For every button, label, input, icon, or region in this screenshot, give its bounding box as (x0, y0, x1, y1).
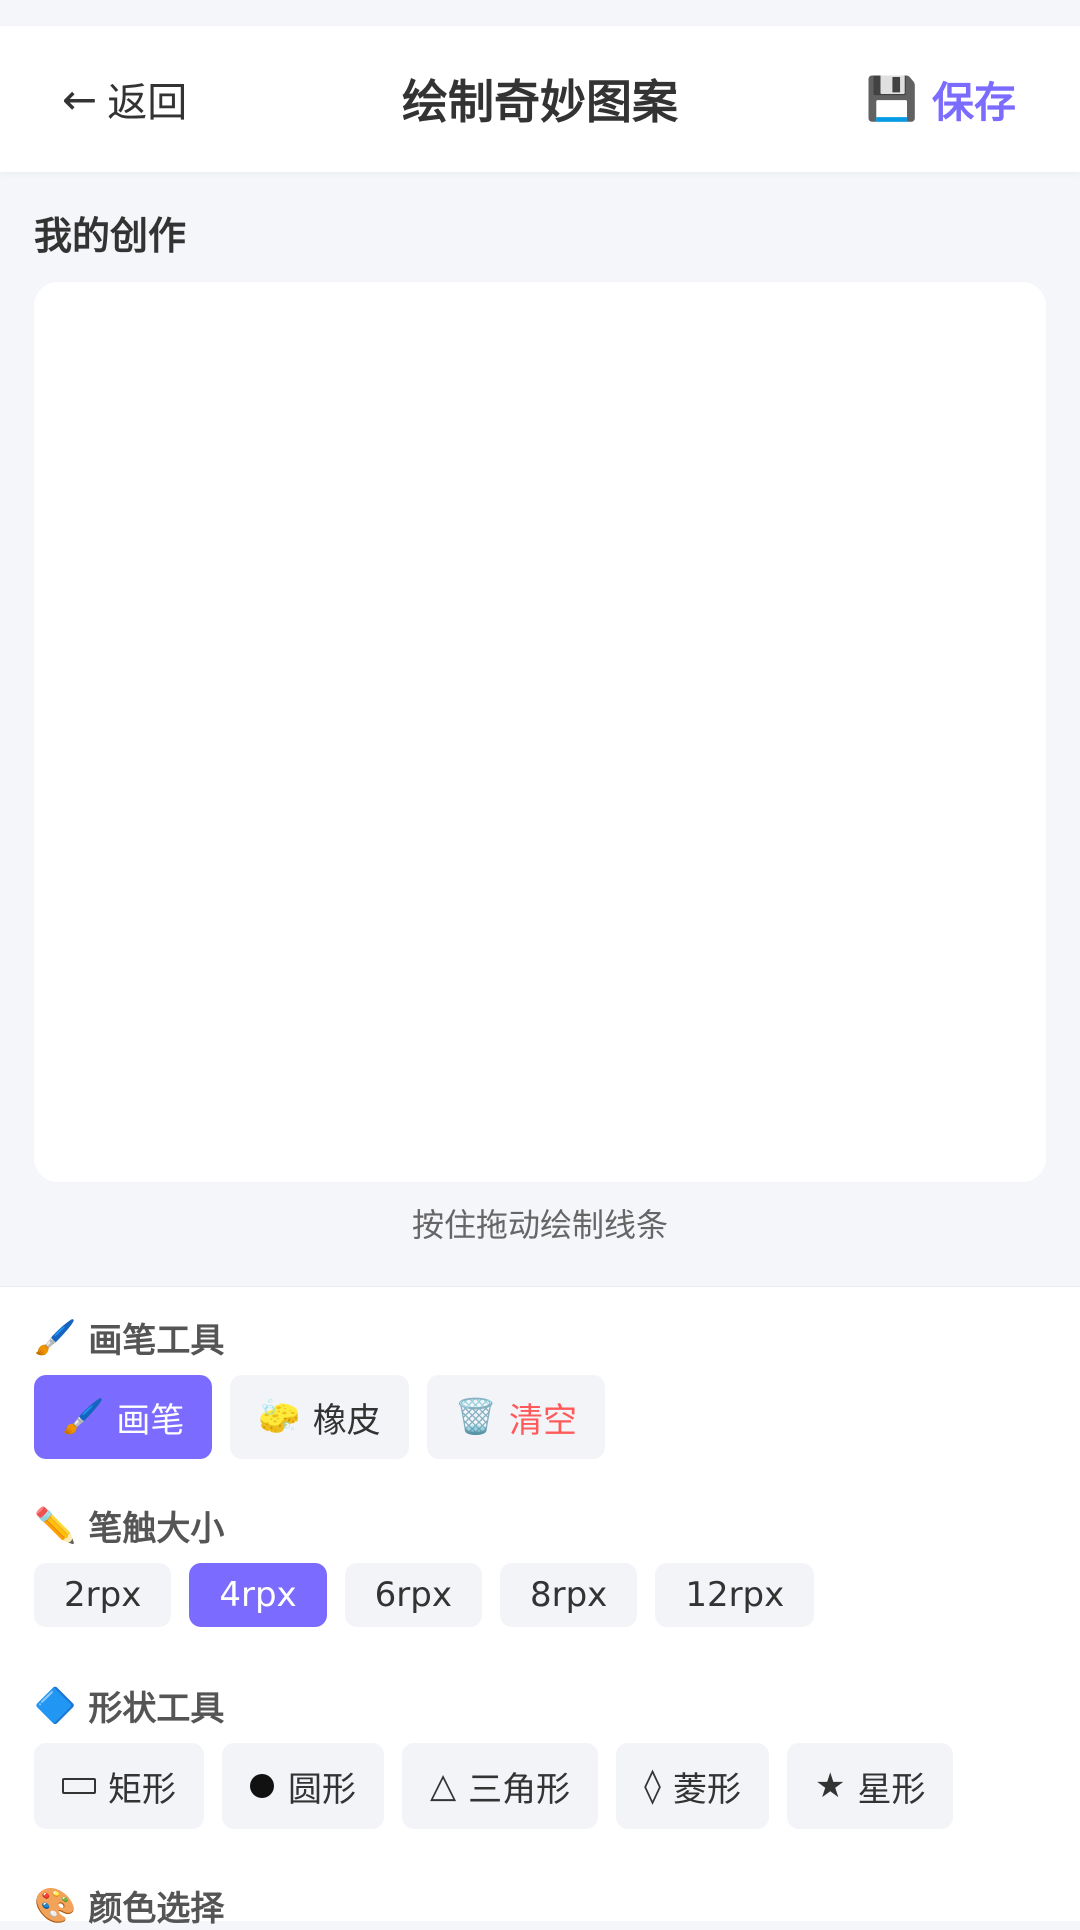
drawing-hint: 按住拖动绘制线条 (411, 1206, 668, 1244)
stroke-size-label: 笔触大小 (88, 1509, 225, 1549)
diamond-shape-button[interactable]: ◊ 菱形 (616, 1743, 769, 1829)
shape-tools-row: 矩形 圆形 △ 三角形 ◊ 菱形 ★ 星形 (34, 1743, 954, 1829)
pencil-icon: ✏️ (34, 1505, 77, 1546)
paintbrush-icon: 🖌️ (62, 1397, 105, 1437)
clear-label: 清空 (509, 1400, 578, 1441)
stroke-size-title: ✏️ 笔触大小 (34, 1501, 224, 1550)
blue-diamond-icon: 🔷 (34, 1685, 77, 1726)
color-picker-title: 🎨 颜色选择 (34, 1881, 224, 1930)
rectangle-icon (62, 1778, 96, 1794)
brush-label: 画笔 (116, 1400, 185, 1441)
size-option-8rpx[interactable]: 8rpx (499, 1563, 638, 1627)
brush-tools-label: 画笔工具 (88, 1321, 225, 1361)
brush-tools-row: 🖌️ 画笔 🧽 橡皮 🗑️ 清空 (34, 1375, 606, 1459)
triangle-icon: △ (430, 1766, 457, 1806)
brush-button[interactable]: 🖌️ 画笔 (34, 1375, 213, 1459)
size-option-4rpx[interactable]: 4rpx (189, 1563, 327, 1627)
circle-icon (250, 1774, 274, 1798)
shape-tools-title: 🔷 形状工具 (34, 1681, 224, 1730)
star-label: 星形 (857, 1769, 926, 1810)
save-button[interactable]: 💾 保存 (866, 26, 1016, 172)
floppy-disk-icon: 💾 (865, 74, 918, 123)
star-shape-button[interactable]: ★ 星形 (786, 1743, 954, 1829)
size-option-6rpx[interactable]: 6rpx (344, 1563, 482, 1627)
rectangle-label: 矩形 (108, 1769, 176, 1810)
size-option-2rpx[interactable]: 2rpx (34, 1563, 172, 1627)
save-label: 保存 (931, 77, 1016, 127)
trash-icon: 🗑️ (454, 1397, 498, 1437)
drawing-canvas[interactable] (34, 282, 1046, 1182)
clear-button[interactable]: 🗑️ 清空 (426, 1375, 606, 1459)
shape-tools-label: 形状工具 (88, 1689, 225, 1729)
sponge-icon: 🧽 (258, 1397, 301, 1437)
circle-label: 圆形 (288, 1769, 356, 1810)
diamond-label: 菱形 (672, 1769, 741, 1810)
top-bar: ← 返回 绘制奇妙图案 💾 保存 (0, 26, 1080, 172)
tools-panel: 🖌️ 画笔工具 🖌️ 画笔 🧽 橡皮 🗑️ 清空 ✏️ 笔触大小 2rpx 4r… (0, 1286, 1080, 1929)
triangle-shape-button[interactable]: △ 三角形 (402, 1743, 599, 1829)
color-picker-label: 颜色选择 (88, 1889, 225, 1929)
size-option-12rpx[interactable]: 12rpx (655, 1563, 815, 1627)
stroke-size-row: 2rpx 4rpx 6rpx 8rpx 12rpx (34, 1563, 815, 1627)
star-icon: ★ (814, 1766, 846, 1806)
diamond-icon: ◊ (644, 1766, 661, 1806)
triangle-label: 三角形 (468, 1769, 571, 1810)
paintbrush-icon: 🖌️ (34, 1317, 77, 1358)
rectangle-shape-button[interactable]: 矩形 (34, 1743, 204, 1829)
eraser-label: 橡皮 (312, 1400, 381, 1441)
circle-shape-button[interactable]: 圆形 (222, 1743, 384, 1829)
creation-section-title: 我的创作 (34, 214, 187, 258)
eraser-button[interactable]: 🧽 橡皮 (230, 1375, 409, 1459)
brush-tools-title: 🖌️ 画笔工具 (34, 1313, 224, 1362)
